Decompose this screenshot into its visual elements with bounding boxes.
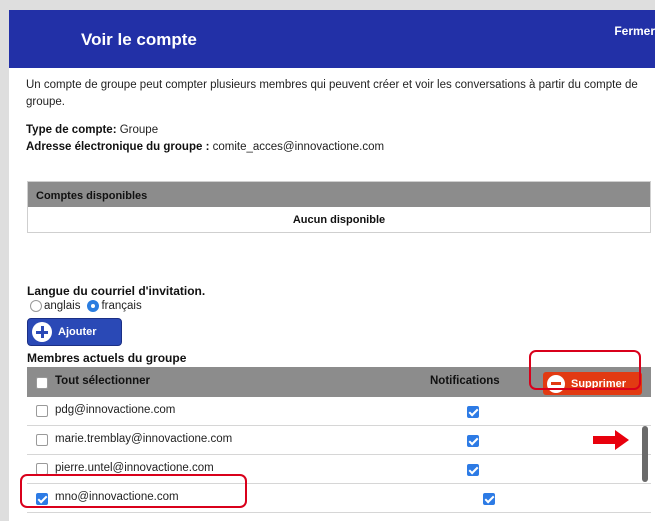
account-dialog: Voir le compte Fermer Un compte de group… bbox=[9, 10, 655, 521]
table-row: marie.tremblay@innovactione.com bbox=[27, 426, 651, 455]
members-title: Membres actuels du groupe bbox=[27, 351, 187, 365]
row-select-checkbox[interactable] bbox=[36, 434, 48, 446]
account-type-label: Type de compte: bbox=[26, 124, 117, 136]
member-highlight-ring bbox=[20, 474, 247, 508]
available-accounts-header: Comptes disponibles bbox=[28, 182, 650, 207]
close-button[interactable]: Fermer bbox=[614, 24, 655, 38]
member-email: pdg@innovactione.com bbox=[55, 404, 176, 416]
members-scrollbar[interactable] bbox=[642, 426, 648, 482]
radio-anglais-label[interactable]: anglais bbox=[44, 300, 80, 312]
radio-francais-label[interactable]: français bbox=[101, 300, 141, 312]
row-select-checkbox[interactable] bbox=[36, 405, 48, 417]
notifications-column-header: Notifications bbox=[430, 375, 500, 387]
plus-circle-icon bbox=[32, 322, 52, 342]
invitation-language-title: Langue du courriel d'invitation. bbox=[27, 284, 206, 298]
add-button-label: Ajouter bbox=[58, 326, 97, 338]
member-email: marie.tremblay@innovactione.com bbox=[55, 433, 233, 445]
notifications-checkbox[interactable] bbox=[467, 464, 479, 476]
delete-highlight-ring bbox=[529, 350, 641, 390]
select-all-label[interactable]: Tout sélectionner bbox=[55, 375, 150, 387]
notifications-checkbox[interactable] bbox=[467, 435, 479, 447]
group-email-line: Adresse électronique du groupe : comite_… bbox=[26, 141, 384, 153]
notifications-checkbox[interactable] bbox=[483, 493, 496, 505]
available-accounts-table: Comptes disponibles Aucun disponible bbox=[27, 181, 651, 233]
group-email-label: Adresse électronique du groupe : bbox=[26, 141, 210, 153]
red-arrow-icon bbox=[593, 430, 629, 450]
group-email-value: comite_acces@innovactione.com bbox=[212, 141, 385, 153]
radio-anglais[interactable] bbox=[30, 300, 42, 312]
notifications-checkbox[interactable] bbox=[467, 406, 479, 418]
available-accounts-empty: Aucun disponible bbox=[292, 214, 386, 226]
intro-text: Un compte de groupe peut compter plusieu… bbox=[26, 79, 638, 108]
dialog-header: Voir le compte Fermer bbox=[9, 10, 655, 68]
account-type-value: Groupe bbox=[119, 124, 159, 136]
radio-francais[interactable] bbox=[87, 300, 100, 312]
table-row: pdg@innovactione.com bbox=[27, 397, 651, 426]
dialog-title: Voir le compte bbox=[81, 30, 197, 49]
member-email: pierre.untel@innovactione.com bbox=[55, 462, 214, 474]
add-button[interactable]: Ajouter bbox=[27, 318, 122, 346]
select-all-checkbox[interactable] bbox=[36, 377, 48, 389]
account-type-line: Type de compte: Groupe bbox=[26, 124, 158, 136]
invitation-language-options: anglais français bbox=[30, 300, 149, 312]
